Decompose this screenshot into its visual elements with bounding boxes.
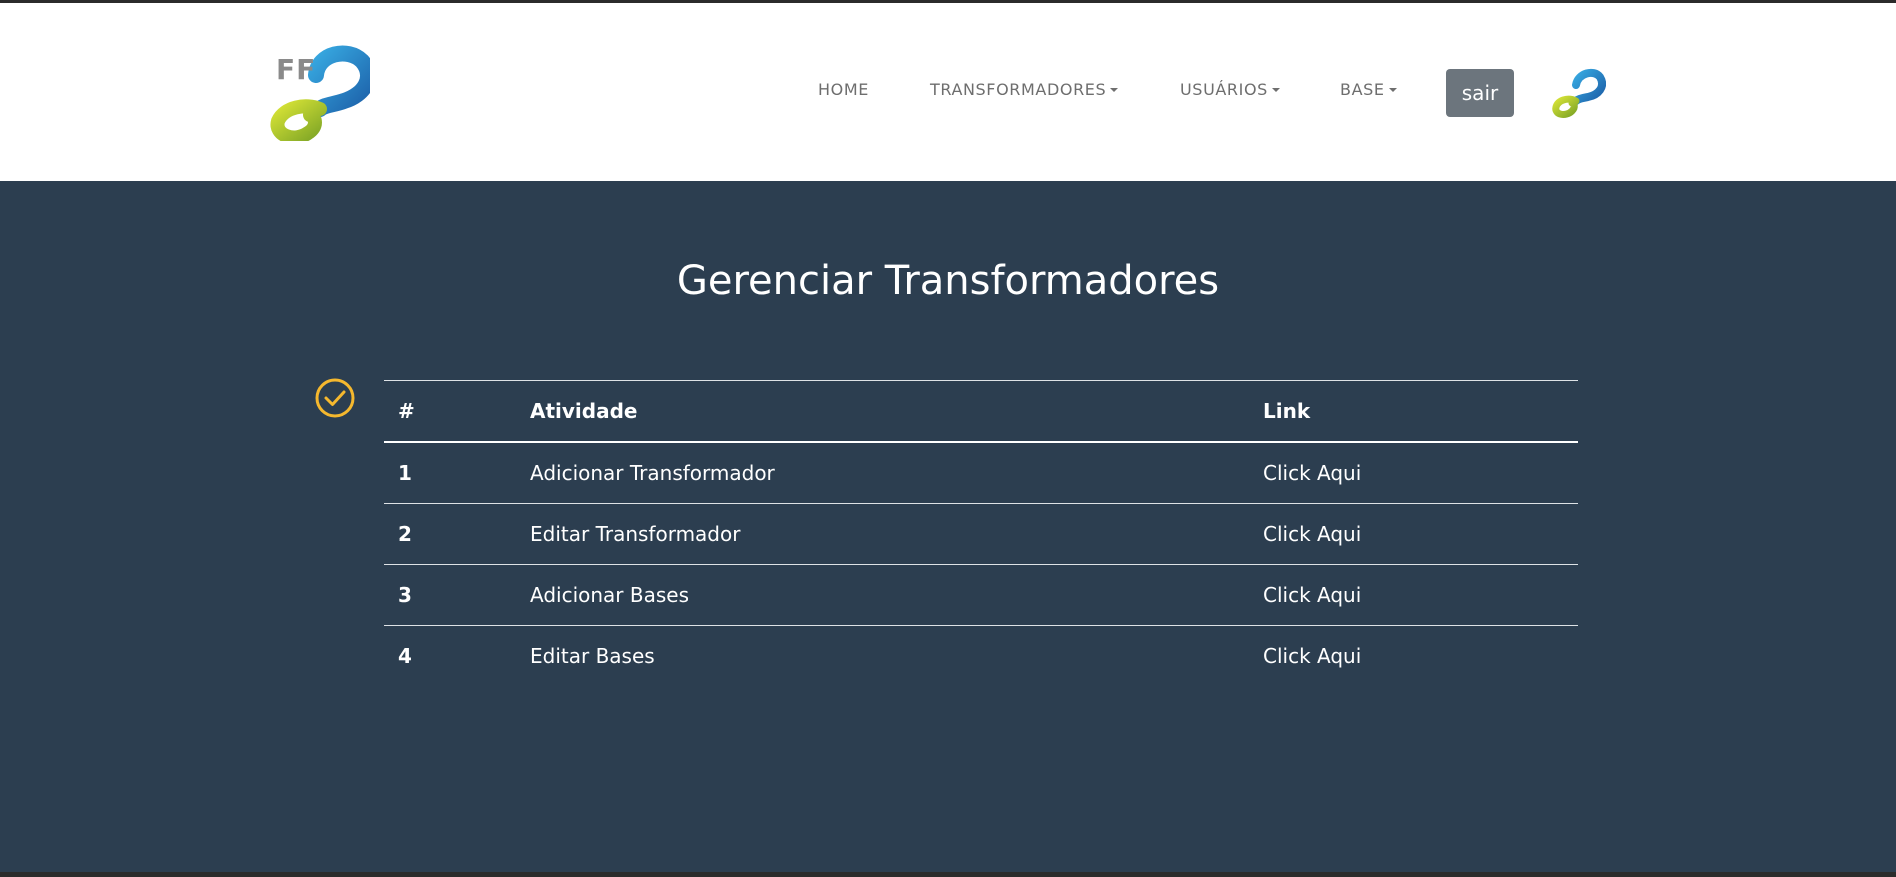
nav-home[interactable]: HOME: [818, 80, 869, 99]
row-link[interactable]: Click Aqui: [1263, 583, 1361, 607]
row-link[interactable]: Click Aqui: [1263, 461, 1361, 485]
check-circle-icon: [314, 377, 356, 419]
nav-usuarios-dropdown[interactable]: USUÁRIOS: [1180, 80, 1280, 99]
header-link: Link: [1249, 380, 1578, 443]
row-activity: Editar Bases: [516, 625, 1249, 686]
brand-logo[interactable]: FF: [266, 45, 376, 145]
navbar: FF HOME TRANSFORMADORES USUÁRIOS BASE sa…: [0, 3, 1896, 181]
row-activity: Editar Transformador: [516, 503, 1249, 565]
table-row: 4 Editar Bases Click Aqui: [384, 625, 1578, 686]
row-number: 1: [398, 461, 412, 485]
page-title: Gerenciar Transformadores: [676, 258, 1220, 304]
nav-base-label: BASE: [1340, 80, 1385, 99]
logout-button[interactable]: sair: [1446, 69, 1514, 117]
brand-logo-text: FF: [276, 53, 317, 86]
window-bottom-border: [0, 872, 1896, 877]
nav-base-dropdown[interactable]: BASE: [1340, 80, 1397, 99]
nav-home-label: HOME: [818, 80, 869, 99]
caret-down-icon: [1110, 88, 1119, 92]
header-activity: Atividade: [516, 380, 1249, 443]
row-activity: Adicionar Bases: [516, 564, 1249, 626]
table-row: 1 Adicionar Transformador Click Aqui: [384, 442, 1578, 504]
caret-down-icon: [1271, 88, 1280, 92]
table-body: 1 Adicionar Transformador Click Aqui 2 E…: [384, 442, 1578, 686]
table-row: 2 Editar Transformador Click Aqui: [384, 503, 1578, 565]
table-header-row: # Atividade Link: [384, 380, 1578, 443]
row-activity: Adicionar Transformador: [530, 461, 775, 485]
activities-table: # Atividade Link 1 Adicionar Transformad…: [384, 380, 1578, 686]
table-row: 3 Adicionar Bases Click Aqui: [384, 564, 1578, 626]
row-link[interactable]: Click Aqui: [1263, 522, 1361, 546]
row-number: 2: [384, 503, 516, 565]
row-number: 4: [384, 625, 516, 686]
table-header: # Atividade Link: [384, 380, 1578, 443]
nav-transformadores-dropdown[interactable]: TRANSFORMADORES: [930, 80, 1119, 99]
ff2-small-logo-icon: [1550, 67, 1607, 119]
nav-transformadores-label: TRANSFORMADORES: [930, 80, 1107, 99]
row-link[interactable]: Click Aqui: [1263, 644, 1361, 668]
nav-usuarios-label: USUÁRIOS: [1180, 80, 1268, 99]
caret-down-icon: [1388, 88, 1397, 92]
row-number: 3: [384, 564, 516, 626]
header-number: #: [384, 380, 516, 443]
